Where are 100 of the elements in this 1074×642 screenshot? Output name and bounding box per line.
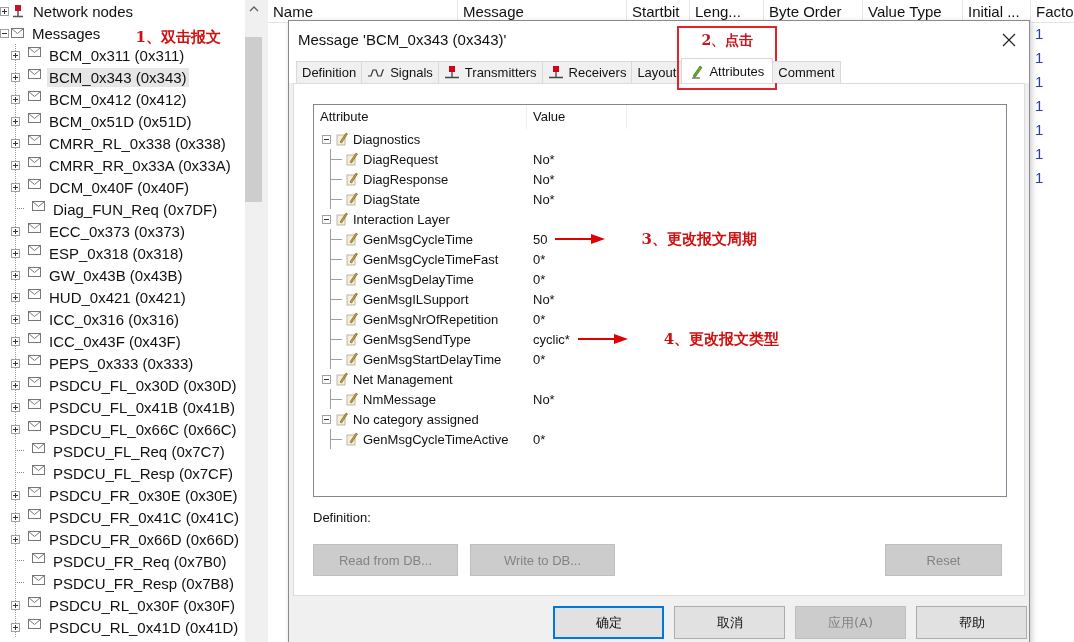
expand-toggle[interactable] <box>11 314 20 324</box>
tab[interactable]: Definition <box>296 61 363 83</box>
tree-item[interactable]: ICC_0x43F (0x43F) <box>47 331 183 351</box>
expand-toggle[interactable] <box>11 182 20 192</box>
tree-item[interactable]: ESP_0x318 (0x318) <box>47 243 186 263</box>
expand-toggle[interactable] <box>11 402 20 412</box>
tree-item[interactable]: HUD_0x421 (0x421) <box>47 287 188 307</box>
attribute-value[interactable]: 0* <box>533 351 546 367</box>
tree-item[interactable]: PSDCU_RL_0x41D (0x41D) <box>47 617 241 637</box>
scroll-thumb[interactable] <box>245 37 262 202</box>
expand-toggle[interactable] <box>11 424 20 434</box>
tab[interactable]: Receivers <box>541 61 633 83</box>
tree-item[interactable]: BCM_0x343 (0x343) <box>47 67 189 87</box>
tree-item[interactable]: BCM_0x51D (0x51D) <box>47 111 194 131</box>
expand-toggle[interactable] <box>11 336 20 346</box>
tree-item[interactable]: PSDCU_FR_Req (0x7B0) <box>51 551 229 571</box>
attribute-name[interactable]: DiagResponse <box>363 171 449 187</box>
attribute-name[interactable]: GenMsgCycleTimeFast <box>363 251 499 267</box>
attribute-value[interactable]: cyclic* <box>533 331 570 347</box>
attribute-value[interactable]: 0* <box>533 311 546 327</box>
attribute-value[interactable]: 50 <box>533 231 548 247</box>
tree-item[interactable]: Diagnostics <box>353 131 421 147</box>
tree-item[interactable]: ICC_0x316 (0x316) <box>47 309 182 329</box>
expand-toggle[interactable] <box>11 512 20 522</box>
collapse-toggle[interactable] <box>322 414 331 424</box>
expand-toggle[interactable] <box>11 490 20 500</box>
tree-item[interactable]: PSDCU_FL_Req (0x7C7) <box>51 441 227 461</box>
dialog-button[interactable]: 确定 <box>553 606 664 639</box>
expand-toggle[interactable] <box>11 622 20 632</box>
attribute-name[interactable]: GenMsgDelayTime <box>363 271 474 287</box>
tree-item[interactable]: BCM_0x412 (0x412) <box>47 89 189 109</box>
attribute-name[interactable]: NmMessage <box>363 391 436 407</box>
expand-toggle[interactable] <box>11 380 20 390</box>
column-header[interactable]: Value <box>527 105 627 129</box>
close-icon[interactable] <box>1002 32 1016 47</box>
tree-item[interactable]: Diag_FUN_Req (0x7DF) <box>51 199 220 219</box>
attribute-name[interactable]: GenMsgNrOfRepetition <box>363 311 499 327</box>
tab[interactable]: Signals <box>361 61 439 83</box>
attribute-name[interactable]: DiagState <box>363 191 421 207</box>
attribute-name[interactable]: GenMsgCycleTime <box>363 231 474 247</box>
attribute-value[interactable]: No* <box>533 391 555 407</box>
expand-toggle[interactable] <box>11 248 20 258</box>
attribute-value[interactable]: 0* <box>533 271 546 287</box>
scroll-up-icon[interactable] <box>248 6 259 12</box>
scrollbar[interactable] <box>245 0 262 642</box>
tree-item[interactable]: CMRR_RL_0x338 (0x338) <box>47 133 228 153</box>
tree-item[interactable]: Network nodes <box>31 1 136 21</box>
expand-toggle[interactable] <box>11 358 20 368</box>
attribute-value[interactable]: 0* <box>533 251 546 267</box>
tab[interactable]: Layout <box>631 61 683 83</box>
tree-item[interactable]: No category assigned <box>353 411 479 427</box>
collapse-toggle[interactable] <box>322 214 331 224</box>
expand-toggle[interactable] <box>11 138 20 148</box>
column-header[interactable]: Facto <box>1031 0 1074 22</box>
tree-item[interactable]: BCM_0x311 (0x311) <box>47 45 187 65</box>
tree-item[interactable]: PSDCU_FR_0x30E (0x30E) <box>47 485 240 505</box>
tree-item[interactable]: PEPS_0x333 (0x333) <box>47 353 196 373</box>
tree-item[interactable]: PSDCU_FL_0x41B (0x41B) <box>47 397 237 417</box>
tree-item[interactable]: PSDCU_FR_Resp (0x7B8) <box>51 573 236 593</box>
attribute-value[interactable]: No* <box>533 291 555 307</box>
tree-item[interactable]: Interaction Layer <box>353 211 450 227</box>
tree-item[interactable]: PSDCU_FR_0x66D (0x66D) <box>47 529 242 549</box>
tree-item[interactable]: PSDCU_FR_0x41C (0x41C) <box>47 507 242 527</box>
tree-item[interactable]: GW_0x43B (0x43B) <box>47 265 185 285</box>
attribute-value[interactable]: 0* <box>533 431 546 447</box>
expand-toggle[interactable] <box>11 50 20 60</box>
tree-item[interactable]: PSDCU_FL_0x30D (0x30D) <box>47 375 239 395</box>
expand-toggle[interactable] <box>11 94 20 104</box>
tree-item[interactable]: DCM_0x40F (0x40F) <box>47 177 192 197</box>
tree-item[interactable]: PSDCU_RL_0x30F (0x30F) <box>47 595 237 615</box>
expand-toggle[interactable] <box>11 270 20 280</box>
expand-toggle[interactable] <box>11 600 20 610</box>
collapse-toggle[interactable] <box>322 134 331 144</box>
expand-toggle[interactable] <box>11 226 20 236</box>
tab[interactable]: Transmitters <box>437 61 543 83</box>
tree-item[interactable]: PSDCU_FL_0x66C (0x66C) <box>47 419 239 439</box>
attribute-name[interactable]: DiagRequest <box>363 151 439 167</box>
attribute-name[interactable]: GenMsgILSupport <box>363 291 469 307</box>
expand-toggle[interactable] <box>11 116 20 126</box>
expand-toggle[interactable] <box>11 292 20 302</box>
dialog-button[interactable]: 帮助 <box>916 606 1027 639</box>
expand-toggle[interactable] <box>11 160 20 170</box>
tree-item[interactable]: Net Management <box>353 371 453 387</box>
attribute-value[interactable]: No* <box>533 151 555 167</box>
tree-item[interactable]: PSDCU_FL_Resp (0x7CF) <box>51 463 236 483</box>
collapse-toggle[interactable] <box>322 374 331 384</box>
expand-toggle[interactable] <box>0 6 9 16</box>
tree-item[interactable]: ECC_0x373 (0x373) <box>47 221 187 241</box>
tree-item[interactable]: CMRR_RR_0x33A (0x33A) <box>47 155 233 175</box>
tab[interactable]: Comment <box>772 61 841 83</box>
column-header[interactable]: Attribute <box>314 105 527 129</box>
attribute-name[interactable]: GenMsgStartDelayTime <box>363 351 502 367</box>
attribute-name[interactable]: GenMsgSendType <box>363 331 471 347</box>
tree-item[interactable]: Messages <box>30 23 103 43</box>
expand-toggle[interactable] <box>11 534 20 544</box>
expand-toggle[interactable] <box>0 28 9 38</box>
dialog-button[interactable]: 取消 <box>674 606 785 639</box>
attribute-value[interactable]: No* <box>533 191 555 207</box>
expand-toggle[interactable] <box>11 72 20 82</box>
attribute-value[interactable]: No* <box>533 171 555 187</box>
